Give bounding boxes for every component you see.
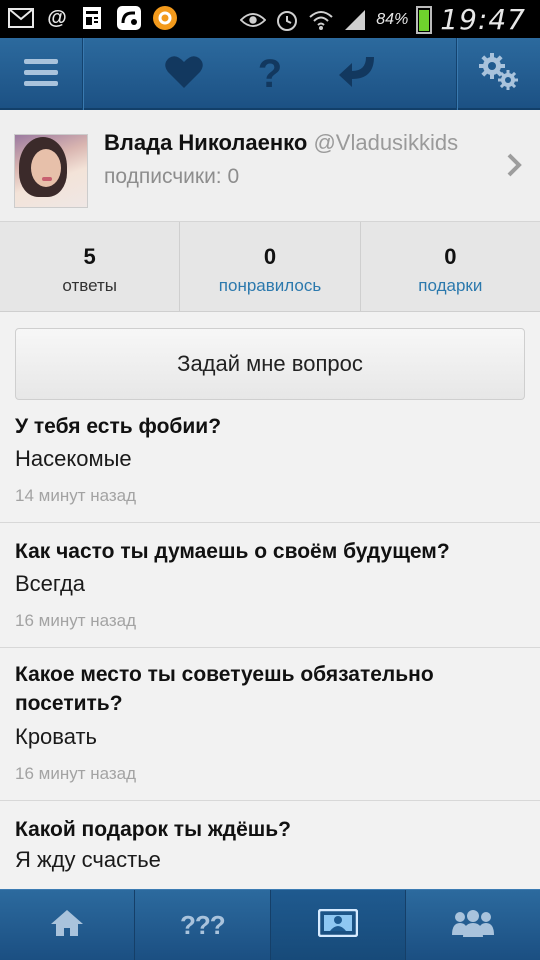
menu-button[interactable]: [0, 38, 82, 110]
list-item[interactable]: Как часто ты думаешь о своём будущем? Вс…: [0, 523, 540, 647]
avatar[interactable]: [14, 134, 88, 208]
clock: 19:47: [440, 3, 526, 36]
timestamp: 16 минут назад: [15, 611, 137, 630]
friends-icon: [451, 909, 495, 942]
answer-text: Кровать: [15, 724, 98, 749]
question-text: У тебя есть фобии?: [15, 415, 222, 438]
nav-profile[interactable]: [270, 890, 406, 960]
profile-name: Влада Николаенко: [104, 130, 308, 155]
wifi-icon: [308, 7, 334, 33]
app-icon: [116, 5, 142, 31]
help-button[interactable]: ?: [248, 38, 292, 110]
mail-icon: [8, 5, 34, 31]
back-button[interactable]: [334, 38, 382, 110]
news-icon: [80, 5, 106, 31]
battery-percent: 84%: [376, 10, 409, 28]
nav-questions[interactable]: ???: [135, 890, 271, 960]
stat-gifts-label: подарки: [418, 276, 483, 295]
question-text: Какое место ты советуешь обязательно пос…: [15, 663, 434, 715]
profile-header[interactable]: [0, 110, 540, 222]
profile-handle: @Vladusikkids: [313, 130, 459, 155]
answer-text: Насекомые: [15, 446, 132, 471]
stat-likes-label: понравилось: [218, 276, 322, 295]
settings-gears-icon: [478, 52, 520, 97]
chevron-right-icon[interactable]: [506, 152, 522, 183]
at-icon: @: [47, 6, 67, 29]
list-item[interactable]: У тебя есть фобии? Насекомые 14 минут на…: [0, 400, 540, 522]
alarm-icon: [274, 7, 300, 33]
stat-gifts[interactable]: 0 подарки: [361, 222, 540, 311]
question-text: Как часто ты думаешь о своём будущем?: [15, 540, 450, 563]
list-item[interactable]: Какое место ты советуешь обязательно пос…: [0, 648, 540, 800]
battery-icon: [416, 5, 433, 34]
stat-likes-value: 0: [263, 244, 277, 269]
status-bar: @ 84% 19:47: [0, 0, 540, 38]
eye-icon: [240, 7, 267, 33]
nav-home[interactable]: [0, 890, 136, 960]
profile-name-row: Влада Николаенко @Vladusikkids: [104, 130, 458, 156]
timestamp: 14 минут назад: [15, 486, 137, 505]
profile-stats: 5 ответы 0 понравилось 0 подарки: [0, 222, 540, 312]
question-icon: ?: [257, 51, 283, 96]
list-item[interactable]: Какой подарок ты ждёшь? Я жду счастье: [0, 801, 540, 889]
answer-text: Всегда: [15, 571, 86, 596]
likes-button[interactable]: [160, 38, 208, 110]
nav-friends[interactable]: [406, 890, 540, 960]
home-icon: [50, 908, 84, 943]
ask-question-button[interactable]: Задай мне вопрос: [15, 328, 525, 400]
timestamp: 16 минут назад: [15, 764, 137, 783]
question-text: Какой подарок ты ждёшь?: [15, 818, 291, 841]
followers-count: подписчики: 0: [104, 165, 240, 188]
bottom-navigation: ???: [0, 889, 540, 960]
top-app-bar: ?: [0, 38, 540, 110]
profile-card-icon: [317, 908, 358, 942]
answer-text: Я жду счастье: [15, 847, 161, 872]
questions-icon: ???: [180, 909, 226, 940]
stat-answers-value: 5: [83, 244, 96, 269]
stat-answers[interactable]: 5 ответы: [0, 222, 181, 311]
heart-icon: [165, 55, 203, 94]
orange-app-icon: [152, 5, 178, 31]
stat-gifts-value: 0: [444, 244, 457, 269]
back-arrow-icon: [338, 55, 378, 94]
stat-likes[interactable]: 0 понравилось: [180, 222, 361, 311]
menu-icon: [24, 58, 58, 91]
settings-button[interactable]: [458, 38, 540, 110]
stat-answers-label: ответы: [62, 276, 117, 295]
signal-icon: [342, 7, 368, 33]
